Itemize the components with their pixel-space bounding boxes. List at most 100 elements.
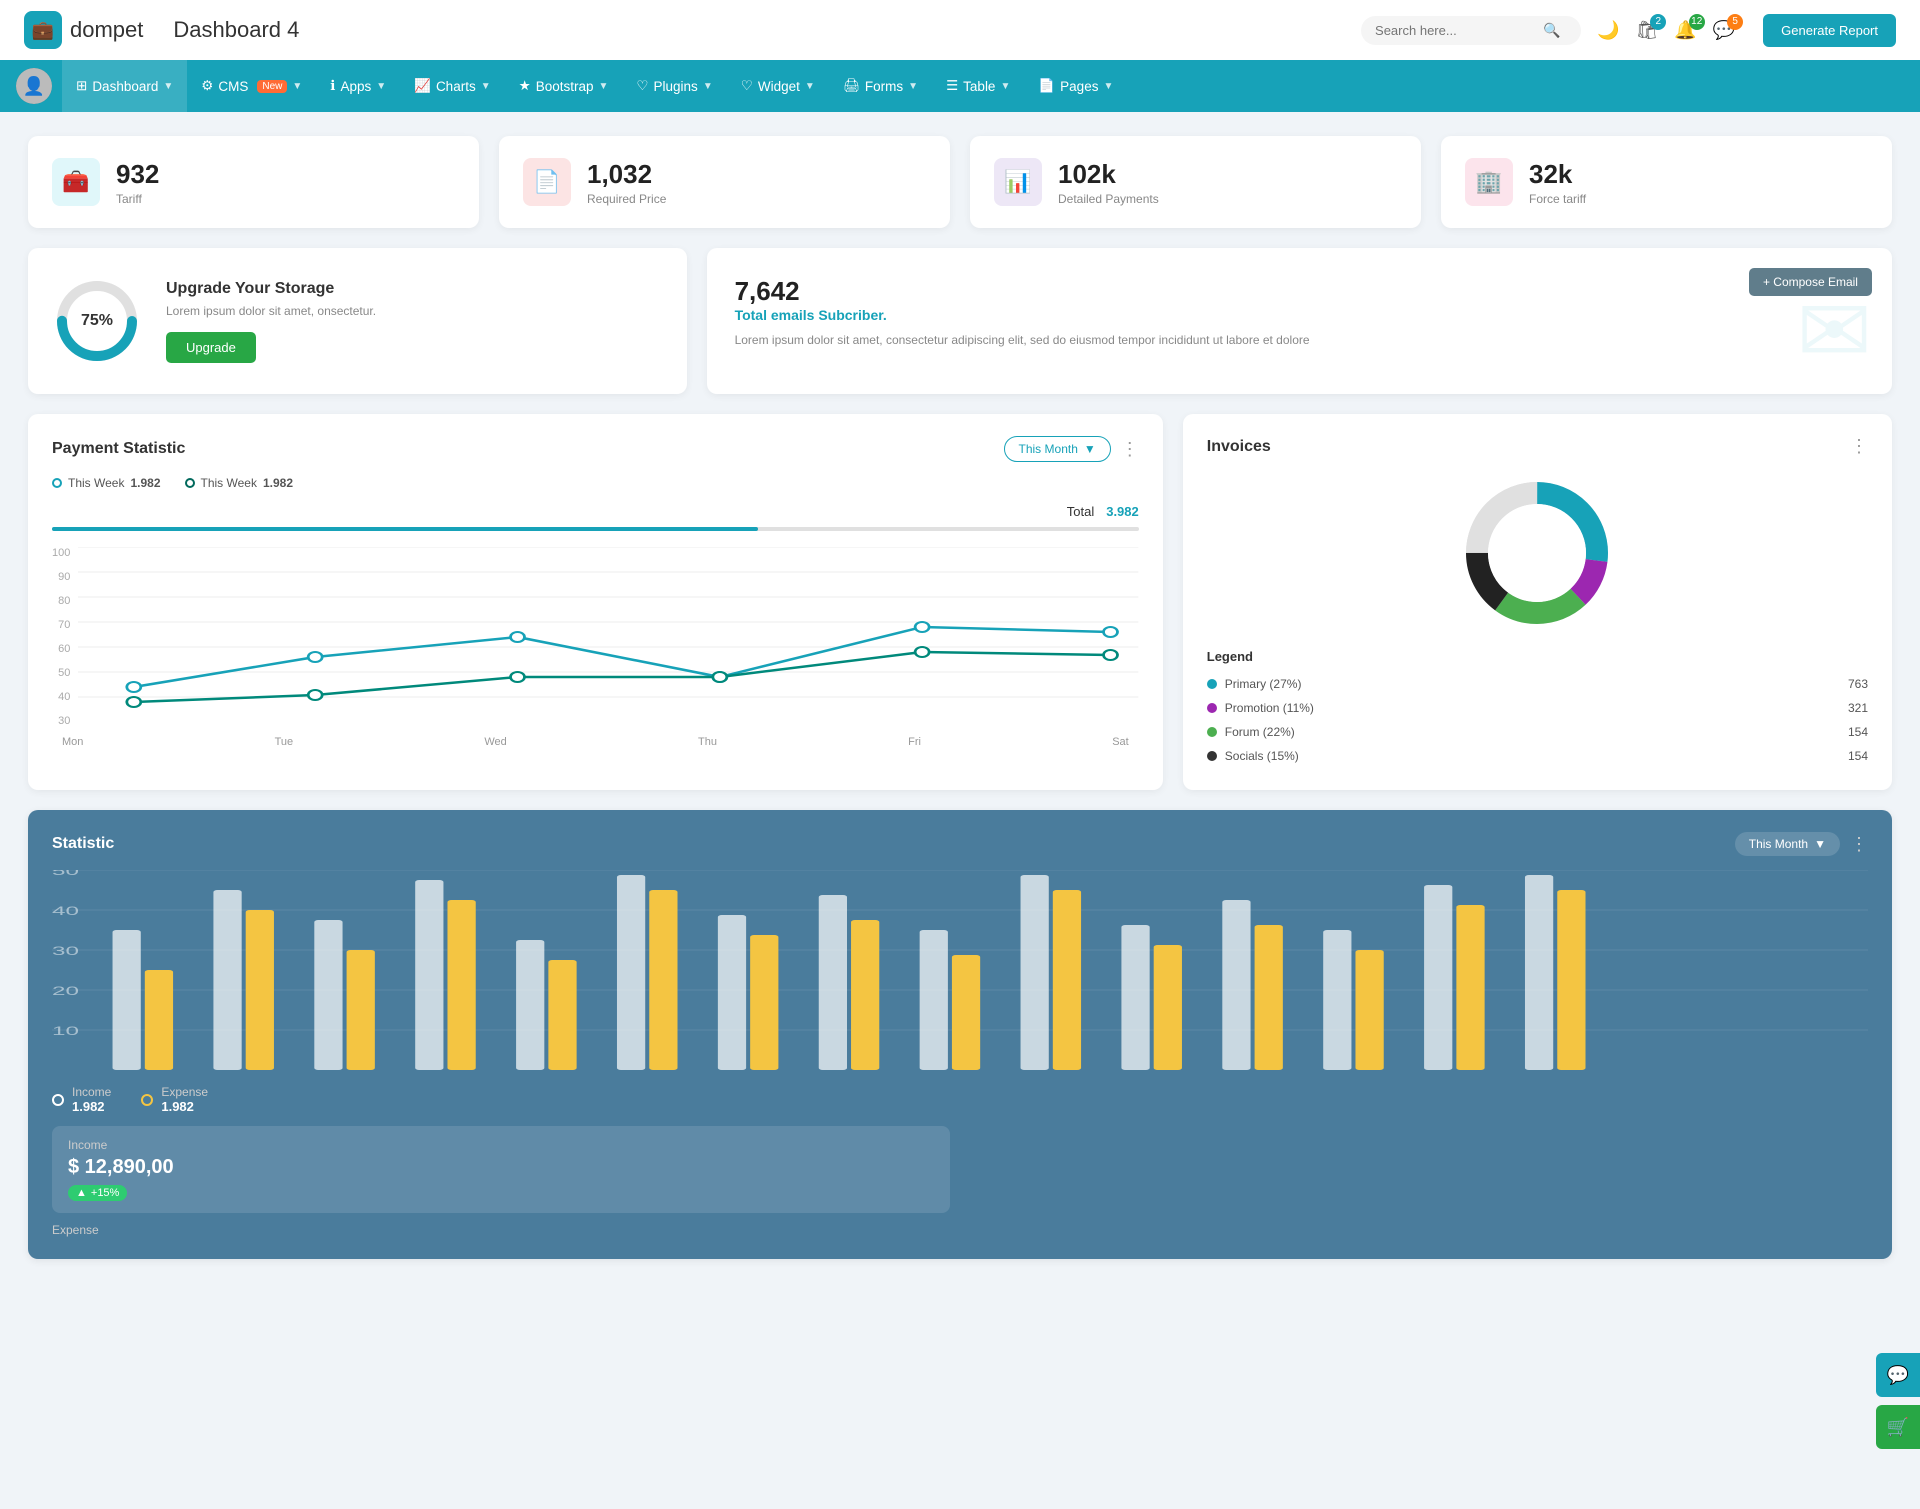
expense-label: Expense xyxy=(161,1085,208,1099)
force-tariff-info: 32k Force tariff xyxy=(1529,159,1586,206)
total-value: 3.982 xyxy=(1106,504,1139,519)
gift-button[interactable]: 🛍2 xyxy=(1635,20,1658,41)
statistic-bottom: Income 1.982 Expense 1.982 Income $ xyxy=(52,1085,1868,1237)
storage-title: Upgrade Your Storage xyxy=(166,280,376,298)
bell-button[interactable]: 🔔12 xyxy=(1674,20,1696,41)
stat-card-tariff: 🧰 932 Tariff xyxy=(28,136,479,228)
dashboard-icon: ⊞ xyxy=(76,78,87,94)
widget-arrow-icon: ▼ xyxy=(805,81,815,92)
search-input[interactable] xyxy=(1375,23,1535,38)
payment-menu-button[interactable]: ⋮ xyxy=(1121,439,1139,460)
bootstrap-arrow-icon: ▼ xyxy=(599,81,609,92)
email-content: 7,642 Total emails Subcriber. Lorem ipsu… xyxy=(735,276,1864,366)
payment-filter-button[interactable]: This Month ▼ xyxy=(1004,436,1111,462)
dashboard-label: Dashboard xyxy=(92,79,158,94)
email-title: Total emails Subcriber. xyxy=(735,307,1864,323)
apps-icon: ℹ xyxy=(330,78,335,94)
cms-icon: ⚙ xyxy=(201,78,213,94)
income-percent: +15% xyxy=(91,1187,119,1199)
payment-total-row: Total 3.982 xyxy=(52,504,1139,519)
required-price-icon: 📄 xyxy=(523,158,571,206)
chat-button[interactable]: 💬5 xyxy=(1713,20,1735,41)
income-label: Income xyxy=(72,1085,111,1099)
sidebar-item-bootstrap[interactable]: ★ Bootstrap ▼ xyxy=(505,60,623,112)
statistic-bar-chart: 50 40 30 20 10 xyxy=(52,870,1868,1070)
income-legend-item: Income 1.982 xyxy=(52,1085,111,1114)
socials-value: 154 xyxy=(1848,749,1868,763)
apps-arrow-icon: ▼ xyxy=(376,81,386,92)
search-icon[interactable]: 🔍 xyxy=(1543,22,1560,39)
sidebar-item-apps[interactable]: ℹ Apps ▼ xyxy=(316,60,400,112)
total-label: Total xyxy=(1067,504,1094,519)
income-badge: ▲ +15% xyxy=(68,1185,127,1201)
forms-icon: 🖨 xyxy=(843,78,860,94)
bell-badge: 12 xyxy=(1689,14,1705,30)
income-box: Income $ 12,890,00 ▲ +15% xyxy=(52,1126,950,1213)
required-price-label: Required Price xyxy=(587,192,666,206)
avatar: 👤 xyxy=(16,68,52,104)
logo: 💼 dompet xyxy=(24,11,143,49)
statistic-filter-button[interactable]: This Month ▼ xyxy=(1735,832,1840,856)
svg-text:50: 50 xyxy=(52,870,79,878)
statistic-title: Statistic xyxy=(52,835,114,853)
sidebar-item-cms[interactable]: ⚙ CMS New ▼ xyxy=(187,60,316,112)
storage-desc: Lorem ipsum dolor sit amet, onsectetur. xyxy=(166,304,376,318)
sidebar-item-plugins[interactable]: ♡ Plugins ▼ xyxy=(622,60,726,112)
sidebar-item-forms[interactable]: 🖨 Forms ▼ xyxy=(829,60,932,112)
promotion-value: 321 xyxy=(1848,701,1868,715)
email-desc: Lorem ipsum dolor sit amet, consectetur … xyxy=(735,331,1864,349)
forum-dot xyxy=(1207,727,1217,737)
invoice-legend-promotion: Promotion (11%) xyxy=(1207,701,1314,715)
floating-cart-button[interactable]: 🛒 xyxy=(1876,1405,1920,1449)
detailed-payments-value: 102k xyxy=(1058,159,1159,190)
svg-text:30: 30 xyxy=(52,945,79,958)
bootstrap-label: Bootstrap xyxy=(536,79,594,94)
stat-cards-row: 🧰 932 Tariff 📄 1,032 Required Price 📊 10… xyxy=(28,136,1892,228)
sidebar-item-widget[interactable]: ♡ Widget ▼ xyxy=(727,60,829,112)
y-axis: 10090807060504030 xyxy=(52,547,78,727)
detailed-payments-label: Detailed Payments xyxy=(1058,192,1159,206)
income-amount: $ 12,890,00 xyxy=(68,1156,934,1179)
sidebar-item-pages[interactable]: 📄 Pages ▼ xyxy=(1024,60,1127,112)
income-box-label: Income xyxy=(68,1138,934,1152)
force-tariff-icon: 🏢 xyxy=(1465,158,1513,206)
income-value-legend: 1.982 xyxy=(72,1099,111,1114)
sidebar-item-dashboard[interactable]: ⊞ Dashboard ▼ xyxy=(62,60,187,112)
socials-label: Socials (15%) xyxy=(1225,749,1299,763)
stat-card-detailed-payments: 📊 102k Detailed Payments xyxy=(970,136,1421,228)
storage-donut: 75% xyxy=(52,276,142,366)
legend-row: Income 1.982 Expense 1.982 xyxy=(52,1085,950,1114)
legend-dot-week2 xyxy=(185,478,195,488)
generate-report-button[interactable]: Generate Report xyxy=(1763,14,1896,47)
statistic-header: Statistic This Month ▼ ⋮ xyxy=(52,832,1868,856)
required-price-info: 1,032 Required Price xyxy=(587,159,666,206)
invoice-legend-primary: Primary (27%) xyxy=(1207,677,1302,691)
header-icons: 🌙 🛍2 🔔12 💬5 Generate Report xyxy=(1597,14,1896,47)
moon-button[interactable]: 🌙 xyxy=(1597,20,1619,41)
socials-dot xyxy=(1207,751,1217,761)
expense-value-legend: 1.982 xyxy=(161,1099,208,1114)
statistic-menu-button[interactable]: ⋮ xyxy=(1850,834,1868,855)
statistic-filter-label: This Month xyxy=(1749,837,1808,851)
forum-value: 154 xyxy=(1848,725,1868,739)
tariff-icon: 🧰 xyxy=(52,158,100,206)
sidebar-item-table[interactable]: ☰ Table ▼ xyxy=(932,60,1024,112)
invoices-legend-list: Primary (27%) 763 Promotion (11%) 321 Fo… xyxy=(1207,672,1868,768)
chart-container: 10090807060504030 xyxy=(52,547,1139,730)
upgrade-button[interactable]: Upgrade xyxy=(166,332,256,363)
storage-card: 75% Upgrade Your Storage Lorem ipsum dol… xyxy=(28,248,687,394)
table-arrow-icon: ▼ xyxy=(1000,81,1010,92)
legend-item-week2: This Week 1.982 xyxy=(185,476,294,490)
email-card: 7,642 Total emails Subcriber. Lorem ipsu… xyxy=(707,248,1892,394)
invoices-menu-button[interactable]: ⋮ xyxy=(1850,436,1868,457)
floating-support-button[interactable]: 💬 xyxy=(1876,1353,1920,1397)
plugins-icon: ♡ xyxy=(636,78,648,94)
sidebar-item-charts[interactable]: 📈 Charts ▼ xyxy=(400,60,504,112)
list-item: Socials (15%) 154 xyxy=(1207,744,1868,768)
forms-arrow-icon: ▼ xyxy=(908,81,918,92)
payment-progress-fill xyxy=(52,527,758,531)
stat-card-required-price: 📄 1,032 Required Price xyxy=(499,136,950,228)
forum-label: Forum (22%) xyxy=(1225,725,1295,739)
widget-icon: ♡ xyxy=(741,78,753,94)
statistic-card: Statistic This Month ▼ ⋮ 50 40 30 20 10 xyxy=(28,810,1892,1259)
